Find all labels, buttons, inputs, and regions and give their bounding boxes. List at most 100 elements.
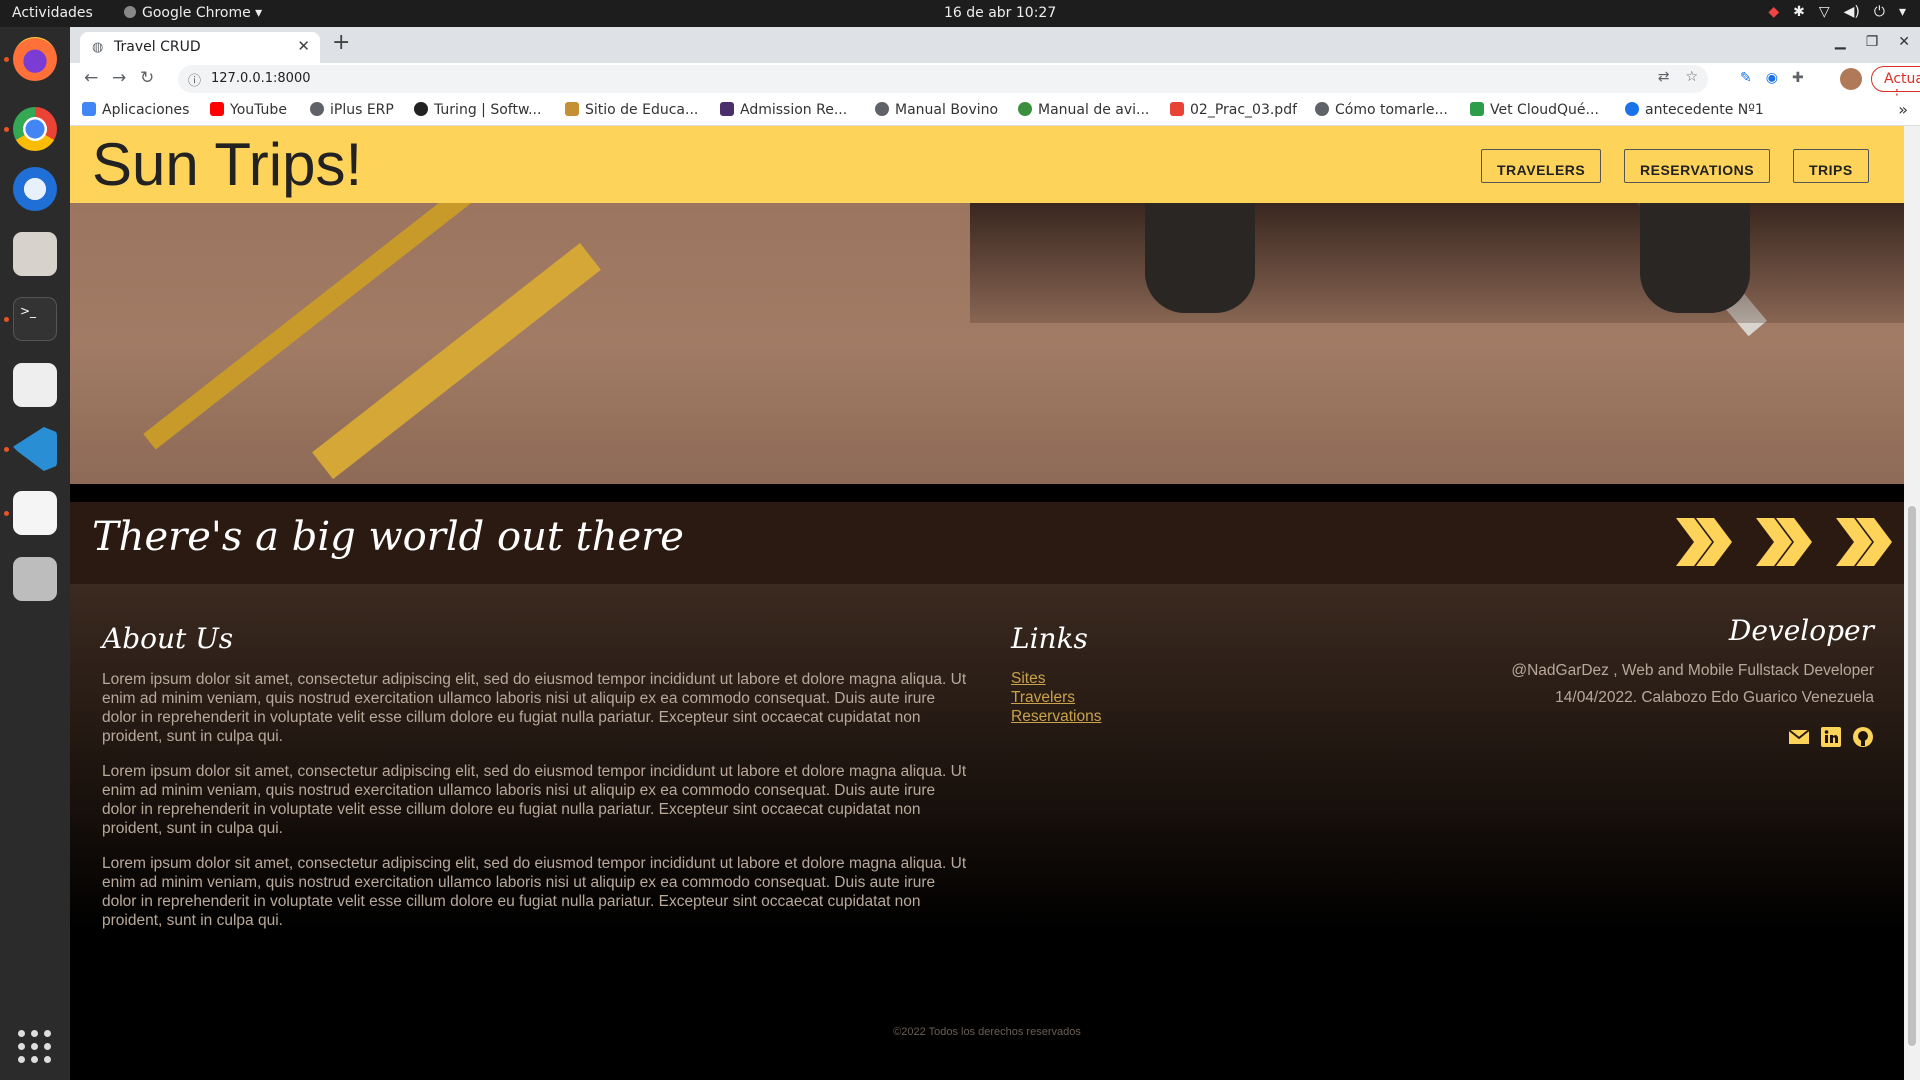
puzzle-icon[interactable]: ✚ (1792, 70, 1804, 86)
chevrons-decoration (1674, 516, 1892, 568)
footer-link-sites[interactable]: Sites (1011, 670, 1045, 688)
scrollbar-thumb[interactable] (1908, 506, 1916, 1046)
bookmark-item[interactable]: Aplicaciones (82, 102, 189, 118)
files-icon[interactable] (13, 232, 57, 276)
mail-icon[interactable] (1788, 726, 1810, 748)
vetcloud-icon (1470, 102, 1484, 116)
star-icon[interactable]: ☆ (1685, 69, 1698, 85)
page-scrollbar[interactable] (1904, 126, 1920, 1080)
manual-icon (1018, 102, 1032, 116)
about-paragraph: Lorem ipsum dolor sit amet, consectetur … (102, 671, 967, 745)
text-editor-icon[interactable] (13, 491, 57, 535)
address-bar[interactable]: ⓘ 127.0.0.1:8000 ⇄ ☆ (178, 65, 1708, 93)
show-apps-icon[interactable] (18, 1030, 52, 1064)
extension-camera-icon[interactable]: ◉ (1766, 70, 1778, 86)
info-icon[interactable]: ⓘ (188, 70, 201, 89)
bookmark-item[interactable]: Sitio de Educa... (565, 102, 698, 118)
update-button[interactable]: Actualizar ⋮ (1871, 66, 1920, 103)
double-chevron-icon (1836, 518, 1892, 566)
update-button-label: Actualizar (1884, 71, 1920, 87)
copyright-text: ©2022 Todos los derechos reservados (893, 1026, 1081, 1038)
bookmark-item[interactable]: Manual de avi... (1018, 102, 1149, 118)
location-pin-icon (1625, 102, 1639, 116)
thunderbird-icon[interactable] (13, 167, 57, 211)
colorpicker-icon[interactable]: ◆ (1768, 4, 1779, 20)
site-footer: About Us Lorem ipsum dolor sit amet, con… (70, 584, 1904, 1080)
app-menu-label: Google Chrome (142, 5, 251, 21)
bookmark-item[interactable]: Turing | Softw... (414, 102, 541, 118)
nav-travelers-button[interactable]: TRAVELERS (1481, 149, 1602, 183)
about-paragraph: Lorem ipsum dolor sit amet, consectetur … (102, 763, 967, 837)
github-icon[interactable] (1852, 726, 1874, 748)
bookmark-item[interactable]: Cómo tomarle... (1315, 102, 1448, 118)
footer-link-travelers[interactable]: Travelers (1011, 689, 1075, 707)
firefox-icon[interactable] (13, 37, 57, 81)
about-paragraph: Lorem ipsum dolor sit amet, consectetur … (102, 855, 967, 929)
wifi-icon[interactable]: ▽ (1819, 4, 1830, 20)
app-menu[interactable]: Google Chrome ▾ (124, 5, 262, 21)
extensions-area: ✎ ◉ ✚ (1740, 70, 1804, 86)
bookmark-item[interactable]: YouTube (210, 102, 287, 118)
globe-icon: ◍ (92, 40, 104, 55)
nav-trips-button[interactable]: TRIPS (1793, 149, 1869, 183)
close-icon[interactable]: ✕ (297, 37, 310, 55)
chevron-down-icon[interactable]: ▾ (1899, 4, 1906, 20)
profile-avatar[interactable] (1840, 68, 1862, 90)
site-brand[interactable]: Sun Trips! (92, 130, 362, 199)
activities-button[interactable]: Actividades (12, 5, 93, 21)
system-tray[interactable]: ◆ ✱ ▽ ◀) ⏻ ▾ (1768, 4, 1906, 20)
slack-icon[interactable]: ✱ (1793, 4, 1805, 20)
youtube-icon (210, 102, 224, 116)
url-text[interactable]: 127.0.0.1:8000 (211, 71, 311, 86)
translate-icon[interactable]: ⇄ (1658, 69, 1670, 85)
globe-icon (310, 102, 324, 116)
archive-icon[interactable] (13, 557, 57, 601)
forward-icon[interactable]: → (112, 68, 126, 88)
vehicle-tire (1145, 203, 1255, 313)
power-icon[interactable]: ⏻ (1874, 4, 1885, 20)
about-heading: About Us (102, 622, 234, 655)
bookmark-item[interactable]: Manual Bovino (875, 102, 998, 118)
links-heading: Links (1011, 622, 1088, 655)
footer-link-reservations[interactable]: Reservations (1011, 708, 1101, 726)
bookmark-item[interactable]: 02_Prac_03.pdf (1170, 102, 1297, 118)
more-bookmarks-icon[interactable]: » (1898, 100, 1908, 119)
terminal-icon[interactable]: >_ (13, 297, 57, 341)
nav-reservations-button[interactable]: RESERVATIONS (1624, 149, 1771, 183)
chrome-icon[interactable] (13, 107, 57, 151)
bookmark-item[interactable]: Admission Re... (720, 102, 847, 118)
linkedin-icon[interactable] (1820, 726, 1842, 748)
education-site-icon (565, 102, 579, 116)
extension-feather-icon[interactable]: ✎ (1740, 70, 1752, 86)
hero-road-image (70, 203, 1904, 484)
developer-location: 14/04/2022. Calabozo Edo Guarico Venezue… (1555, 689, 1874, 706)
bookmark-item[interactable]: antecedente Nº1 (1625, 102, 1764, 118)
browser-tab[interactable]: ◍ Travel CRUD ✕ (80, 32, 320, 63)
back-icon[interactable]: ← (84, 68, 98, 88)
close-window-icon[interactable]: ✕ (1898, 34, 1910, 50)
running-indicator (4, 127, 9, 132)
document-viewer-icon[interactable] (13, 363, 57, 407)
clock[interactable]: 16 de abr 10:27 (944, 5, 1056, 21)
globe-icon (1315, 102, 1329, 116)
bookmark-item[interactable]: Vet CloudQué... (1470, 102, 1599, 118)
tagline-text: There's a big world out there (92, 514, 684, 560)
os-top-bar: Actividades Google Chrome ▾ 16 de abr 10… (0, 0, 1920, 27)
tagline-banner: There's a big world out there (70, 502, 1904, 584)
vehicle-tire (1640, 203, 1750, 313)
bookmark-item[interactable]: iPlus ERP (310, 102, 394, 118)
running-indicator (4, 447, 9, 452)
site-navbar: Sun Trips! TRAVELERS RESERVATIONS TRIPS (70, 126, 1904, 203)
window-controls: ▁ ❐ ✕ (1835, 34, 1910, 50)
new-tab-button[interactable]: + (332, 30, 350, 55)
volume-icon[interactable]: ◀) (1844, 4, 1860, 20)
reload-icon[interactable]: ↻ (140, 68, 154, 88)
running-indicator (4, 57, 9, 62)
vscode-icon[interactable] (13, 427, 57, 471)
vehicle-shadow (970, 203, 1904, 323)
developer-social-icons (1788, 726, 1874, 748)
chrome-small-icon (124, 6, 136, 18)
minimize-icon[interactable]: ▁ (1835, 34, 1846, 50)
developer-heading: Developer (1728, 614, 1874, 647)
restore-icon[interactable]: ❐ (1866, 34, 1879, 50)
